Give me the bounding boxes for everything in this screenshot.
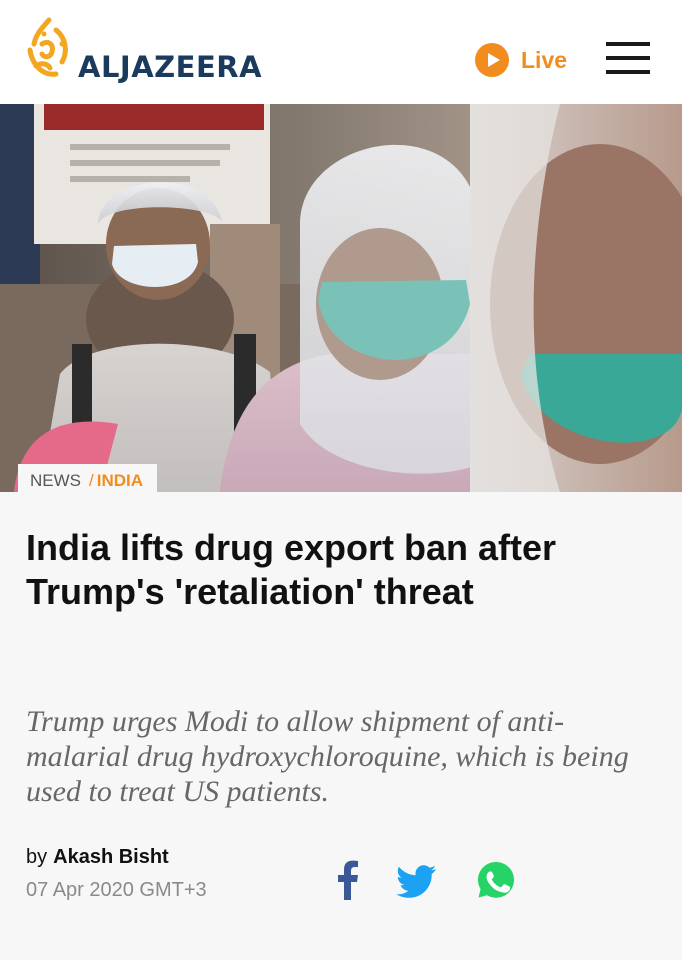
logo-wordmark: ALJAZEERA <box>78 50 263 84</box>
breadcrumb-news-link[interactable]: NEWS <box>30 471 81 491</box>
site-header: ALJAZEERA Live <box>0 0 682 104</box>
hero-image <box>0 104 682 492</box>
whatsapp-icon <box>478 862 514 898</box>
hamburger-icon <box>606 42 650 74</box>
live-button[interactable]: Live <box>475 42 567 78</box>
publish-date: 07 Apr 2020 GMT+3 <box>26 879 207 901</box>
share-whatsapp-button[interactable] <box>476 860 516 900</box>
live-label: Live <box>521 46 568 73</box>
aljazeera-emblem-icon <box>27 17 68 77</box>
twitter-icon <box>396 865 436 898</box>
byline: by Akash Bisht <box>26 846 169 869</box>
byline-prefix: by <box>26 846 48 868</box>
breadcrumb: NEWS / INDIA <box>18 464 158 498</box>
breadcrumb-separator: / <box>89 471 94 490</box>
share-twitter-button[interactable] <box>395 860 437 900</box>
article-headline: India lifts drug export ban after Trump'… <box>26 527 557 612</box>
aljazeera-logo[interactable]: ALJAZEERA <box>22 14 282 86</box>
breadcrumb-india-link[interactable]: INDIA <box>97 471 143 491</box>
play-icon <box>475 43 509 77</box>
facebook-icon <box>338 860 358 900</box>
hamburger-menu-button[interactable] <box>604 40 652 76</box>
share-facebook-button[interactable] <box>336 860 360 900</box>
article-standfirst: Trump urges Modi to allow shipment of an… <box>26 705 629 808</box>
author-link[interactable]: Akash Bisht <box>53 846 169 868</box>
